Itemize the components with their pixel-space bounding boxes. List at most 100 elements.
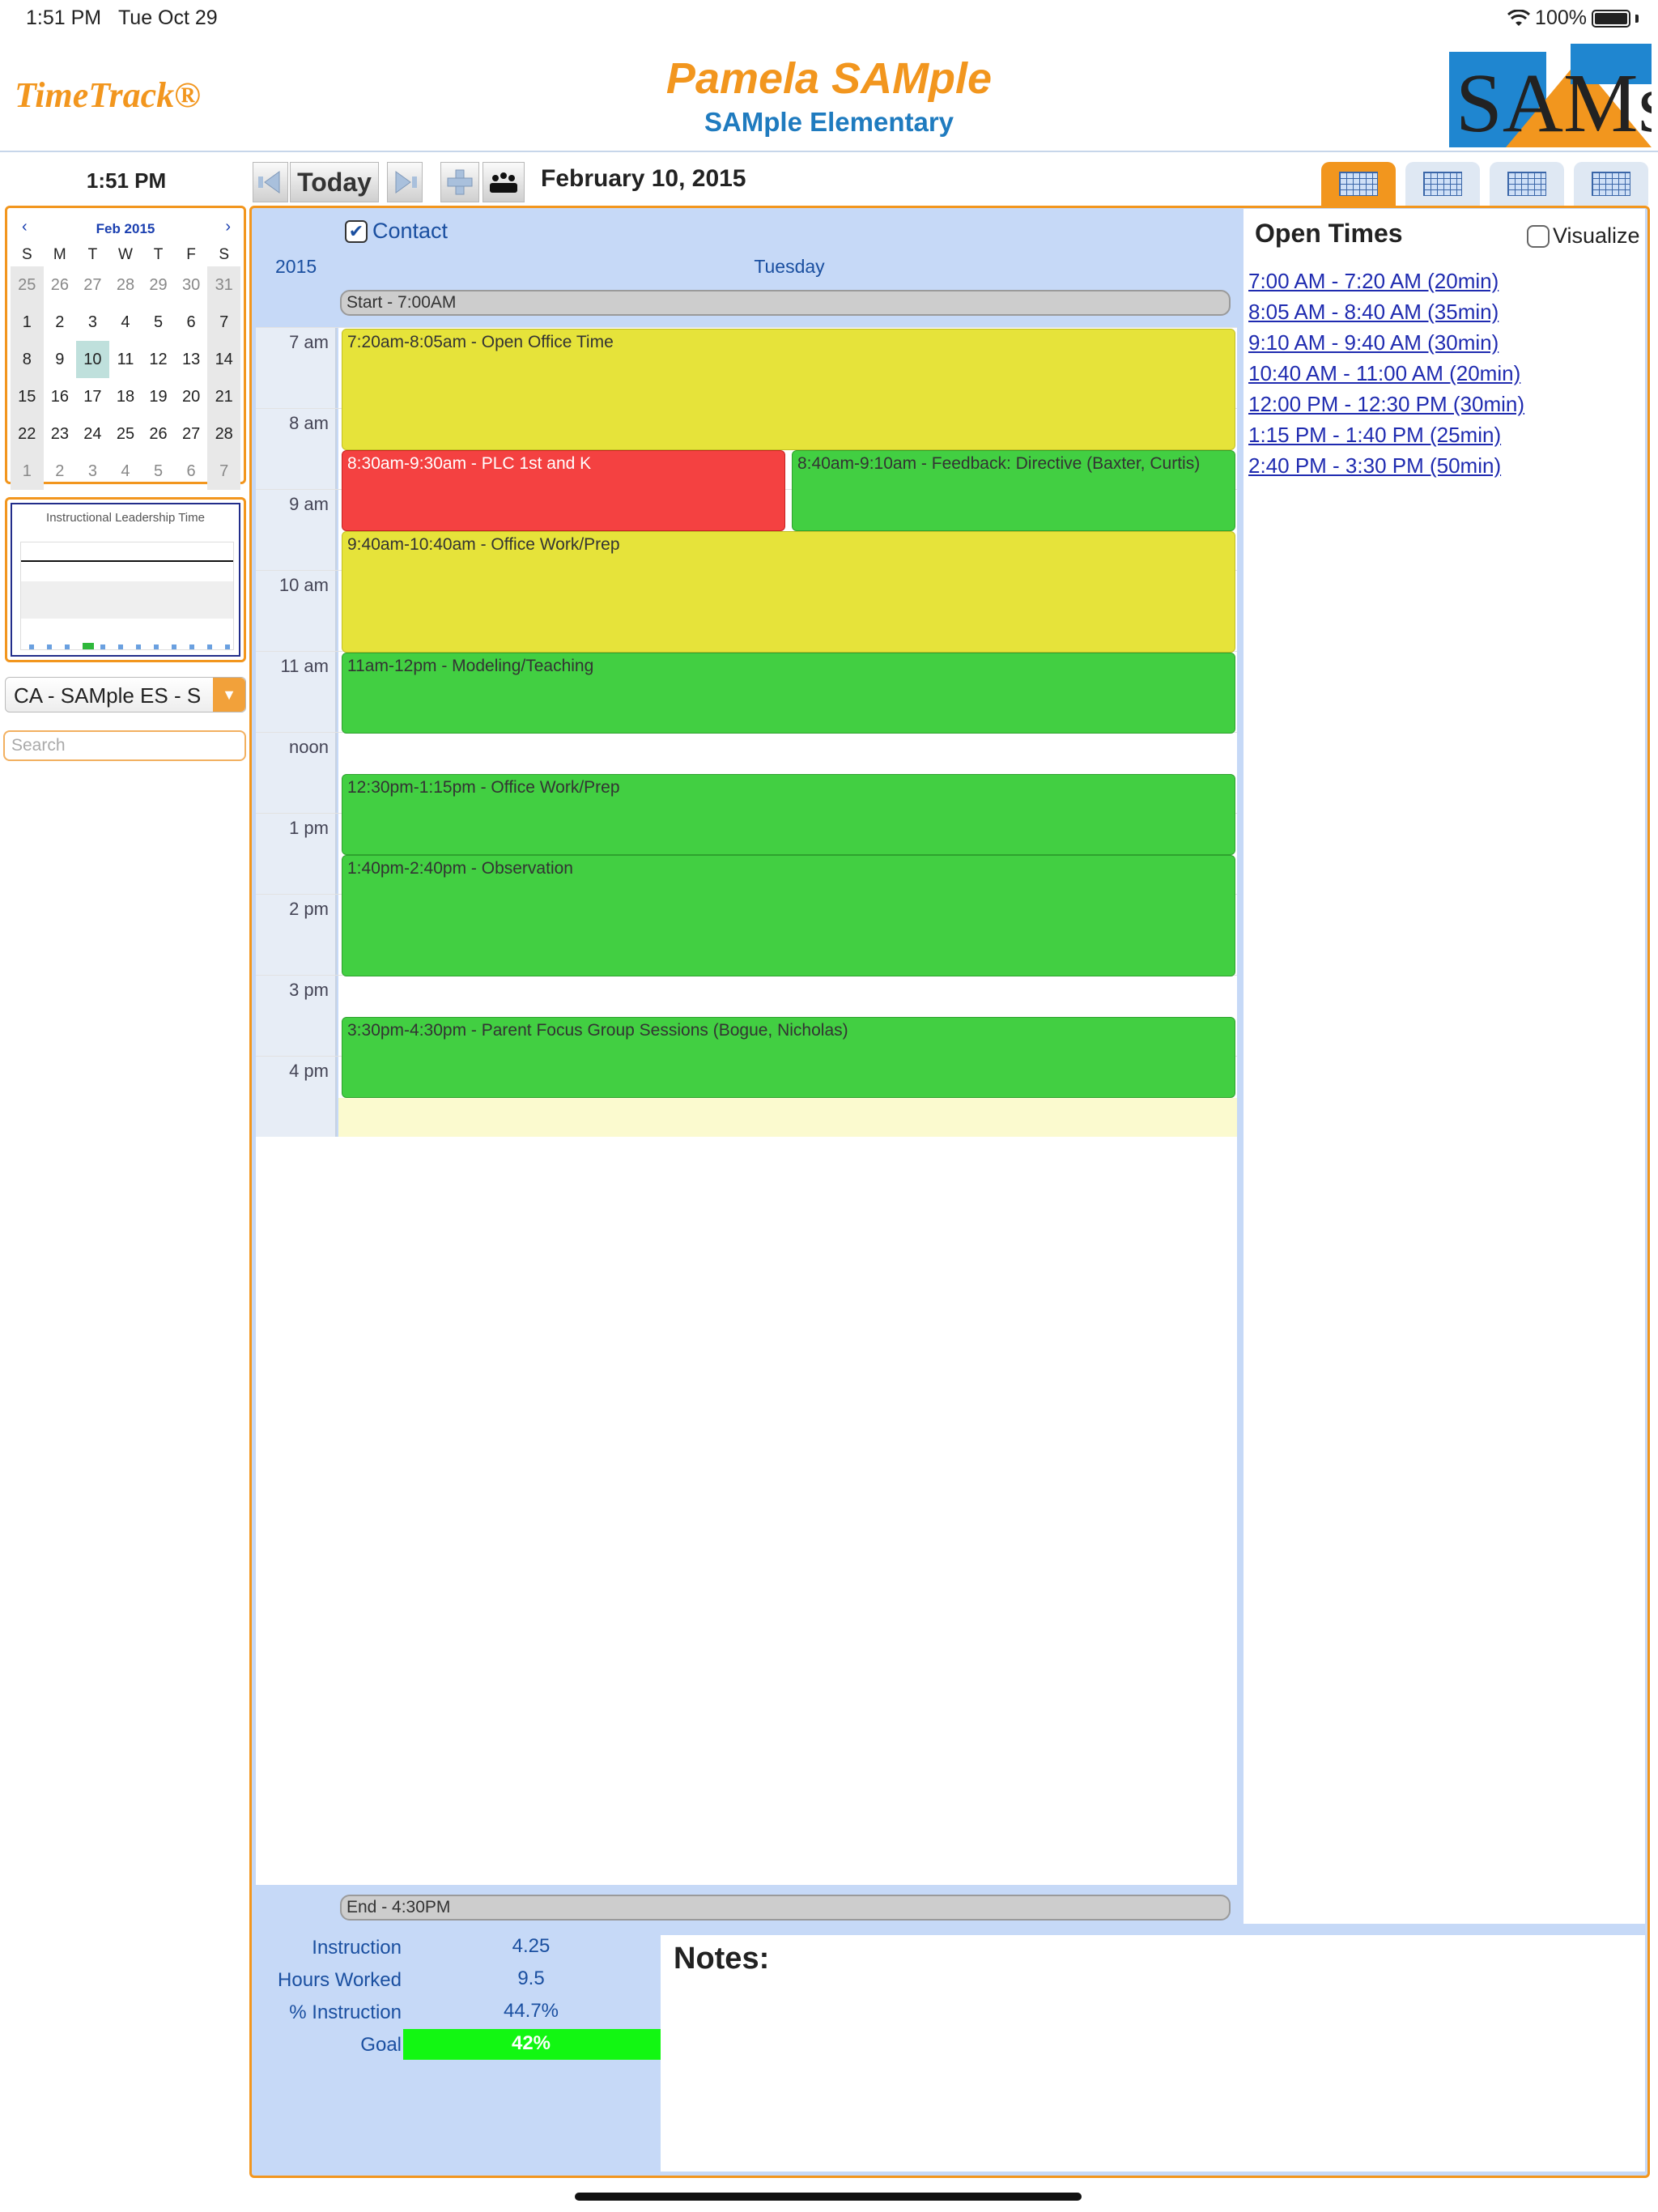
open-time-link[interactable]: 8:05 AM - 8:40 AM (35min) xyxy=(1248,296,1524,327)
mini-cal-day[interactable]: 7 xyxy=(207,304,240,341)
visualize-toggle[interactable]: Visualize xyxy=(1527,223,1640,249)
event-office-work-2[interactable]: 12:30pm-1:15pm - Office Work/Prep xyxy=(342,774,1235,855)
mini-cal-day[interactable]: 25 xyxy=(11,266,44,304)
week-view-tab[interactable] xyxy=(1405,162,1480,206)
mini-cal-day[interactable]: 14 xyxy=(207,341,240,378)
prev-day-button[interactable] xyxy=(253,162,288,202)
ilt-point xyxy=(100,644,105,649)
mini-cal-day[interactable]: 5 xyxy=(142,304,175,341)
mini-cal-day[interactable]: 5 xyxy=(142,453,175,490)
weekday-header: S xyxy=(21,246,32,263)
ilt-point xyxy=(172,644,176,649)
mini-cal-month: Feb 2015 xyxy=(96,221,155,236)
mini-cal-day[interactable]: 3 xyxy=(76,304,109,341)
contact-toggle[interactable]: ✔ Contact xyxy=(345,219,448,244)
open-time-link[interactable]: 1:15 PM - 1:40 PM (25min) xyxy=(1248,419,1524,450)
mini-cal-day[interactable]: 28 xyxy=(207,415,240,453)
contact-checkbox[interactable]: ✔ xyxy=(345,219,368,243)
mini-cal-day[interactable]: 23 xyxy=(44,415,77,453)
hour-label: 1 pm xyxy=(289,818,329,838)
event-modeling[interactable]: 11am-12pm - Modeling/Teaching xyxy=(342,653,1235,734)
mini-cal-day[interactable]: 16 xyxy=(44,378,77,415)
mini-cal-day[interactable]: 1 xyxy=(11,304,44,341)
mini-cal-day[interactable]: 26 xyxy=(142,415,175,453)
mini-cal-day[interactable]: 4 xyxy=(109,304,142,341)
dropdown-arrow-icon: ▼ xyxy=(213,678,245,712)
arrow-right-icon xyxy=(395,171,417,194)
battery-icon xyxy=(1592,9,1630,28)
add-event-button[interactable] xyxy=(440,162,479,202)
notes-area[interactable] xyxy=(661,1935,1645,2172)
mini-cal-day[interactable]: 18 xyxy=(109,378,142,415)
ilt-point xyxy=(189,644,194,649)
open-time-link[interactable]: 7:00 AM - 7:20 AM (20min) xyxy=(1248,266,1524,296)
mini-cal-day[interactable]: 7 xyxy=(207,453,240,490)
ilt-bar xyxy=(83,643,94,649)
search-input[interactable] xyxy=(3,730,246,761)
ilt-point xyxy=(154,644,159,649)
mini-cal-day[interactable]: 8 xyxy=(11,341,44,378)
mini-cal-day[interactable]: 2 xyxy=(44,304,77,341)
mini-cal-day[interactable]: 19 xyxy=(142,378,175,415)
home-indicator[interactable] xyxy=(575,2193,1082,2201)
open-time-link[interactable]: 9:10 AM - 9:40 AM (30min) xyxy=(1248,327,1524,358)
mini-cal-day[interactable]: 15 xyxy=(11,378,44,415)
ilt-chart-plot xyxy=(20,542,234,650)
hour-label: 11 am xyxy=(280,656,329,676)
mini-cal-day[interactable]: 11 xyxy=(109,341,142,378)
weekday-header: F xyxy=(186,246,196,263)
open-times-list: 7:00 AM - 7:20 AM (20min) 8:05 AM - 8:40 … xyxy=(1248,266,1524,481)
mini-cal-day[interactable]: 4 xyxy=(109,453,142,490)
year-view-tab[interactable] xyxy=(1574,162,1648,206)
mini-cal-day[interactable]: 1 xyxy=(11,453,44,490)
month-view-tab[interactable] xyxy=(1490,162,1564,206)
mini-cal-day[interactable]: 9 xyxy=(44,341,77,378)
group-button[interactable] xyxy=(483,162,525,202)
day-view-tab[interactable] xyxy=(1321,162,1396,206)
mini-cal-day[interactable]: 12 xyxy=(142,341,175,378)
goal-label: Goal xyxy=(360,2034,402,2056)
mini-cal-day[interactable]: 22 xyxy=(11,415,44,453)
ilt-chart-card[interactable]: Instructional Leadership Time xyxy=(5,497,246,662)
mini-cal-day[interactable]: 3 xyxy=(76,453,109,490)
ilt-point xyxy=(65,644,70,649)
year-label: 2015 xyxy=(275,256,317,277)
mini-cal-day[interactable]: 28 xyxy=(109,266,142,304)
mini-cal-day[interactable]: 13 xyxy=(175,341,208,378)
mini-cal-day[interactable]: 31 xyxy=(207,266,240,304)
visualize-checkbox[interactable] xyxy=(1527,224,1550,248)
month-grid-icon xyxy=(1507,172,1546,196)
hour-line xyxy=(256,327,1237,328)
event-parent-focus[interactable]: 3:30pm-4:30pm - Parent Focus Group Sessi… xyxy=(342,1017,1235,1098)
mini-cal-day[interactable]: 29 xyxy=(142,266,175,304)
open-time-link[interactable]: 2:40 PM - 3:30 PM (50min) xyxy=(1248,450,1524,481)
hours-worked-value: 9.5 xyxy=(517,1967,545,1989)
mini-cal-day[interactable]: 27 xyxy=(175,415,208,453)
mini-cal-day[interactable]: 25 xyxy=(109,415,142,453)
mini-cal-day[interactable]: 10 xyxy=(76,341,109,378)
event-feedback[interactable]: 8:40am-9:10am - Feedback: Directive (Bax… xyxy=(792,450,1235,531)
event-open-office-time[interactable]: 7:20am-8:05am - Open Office Time xyxy=(342,329,1235,450)
mini-cal-day[interactable]: 30 xyxy=(175,266,208,304)
header-divider xyxy=(0,151,1658,152)
mini-cal-day[interactable]: 17 xyxy=(76,378,109,415)
ilt-point xyxy=(47,644,52,649)
mini-cal-day[interactable]: 2 xyxy=(44,453,77,490)
event-observation[interactable]: 1:40pm-2:40pm - Observation xyxy=(342,855,1235,976)
instruction-value: 4.25 xyxy=(512,1935,551,1957)
open-time-link[interactable]: 12:00 PM - 12:30 PM (30min) xyxy=(1248,389,1524,419)
school-select[interactable]: CA - SAMple ES - S ▼ xyxy=(5,677,246,713)
open-time-link[interactable]: 10:40 AM - 11:00 AM (20min) xyxy=(1248,358,1524,389)
mini-cal-day[interactable]: 24 xyxy=(76,415,109,453)
mini-cal-next-button[interactable]: › xyxy=(225,218,231,236)
next-day-button[interactable] xyxy=(387,162,423,202)
mini-cal-day[interactable]: 21 xyxy=(207,378,240,415)
mini-cal-day[interactable]: 6 xyxy=(175,453,208,490)
mini-cal-day[interactable]: 20 xyxy=(175,378,208,415)
event-office-work-1[interactable]: 9:40am-10:40am - Office Work/Prep xyxy=(342,531,1235,653)
mini-cal-day[interactable]: 27 xyxy=(76,266,109,304)
event-plc[interactable]: 8:30am-9:30am - PLC 1st and K xyxy=(342,450,785,531)
mini-cal-day[interactable]: 6 xyxy=(175,304,208,341)
today-button[interactable]: Today xyxy=(290,162,379,202)
mini-cal-day[interactable]: 26 xyxy=(44,266,77,304)
